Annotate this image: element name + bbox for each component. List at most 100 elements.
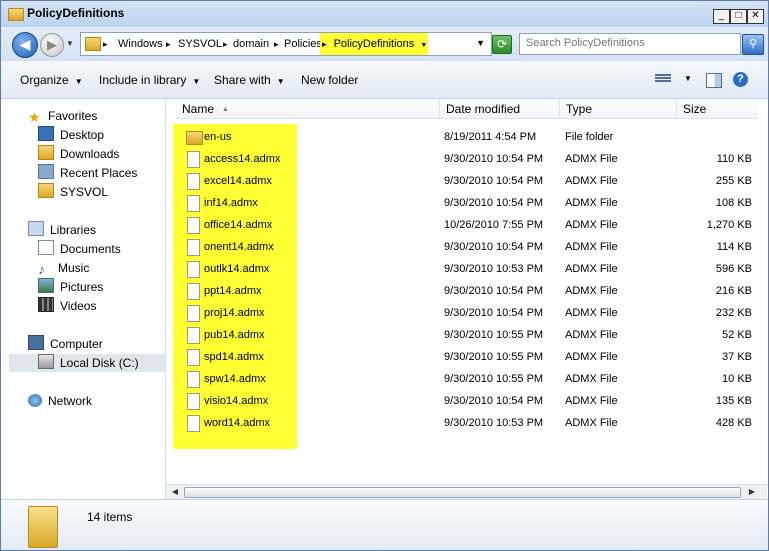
share-with-button[interactable]: Share with ▼ <box>214 73 285 87</box>
file-list: Name ▲ Date modified Type Size en-us 8/19/… <box>166 99 767 484</box>
file-date: 10/26/2010 7:55 PM <box>444 219 544 231</box>
file-type: ADMX File <box>565 351 618 363</box>
file-row[interactable]: pub14.admx 9/30/2010 10:55 PM ADMX File 52 … <box>166 324 767 346</box>
desktop-icon <box>38 126 54 141</box>
crumb-domain[interactable]: domain <box>233 33 269 55</box>
file-row[interactable]: spw14.admx 9/30/2010 10:55 PM ADMX File 10 … <box>166 368 767 390</box>
help-icon[interactable]: ? <box>733 72 748 87</box>
file-date: 8/19/2011 4:54 PM <box>444 131 537 143</box>
file-name: onent14.admx <box>204 241 274 253</box>
nav-videos[interactable]: Videos <box>38 297 96 315</box>
refresh-button[interactable]: ⟳ <box>492 35 512 54</box>
forward-button[interactable]: ▶ <box>40 33 64 57</box>
crumb-policydefinitions[interactable]: ▸ PolicyDefinitions ▼ <box>320 33 428 55</box>
nav-recent-places[interactable]: Recent Places <box>38 164 137 182</box>
nav-desktop[interactable]: Desktop <box>38 126 104 144</box>
file-size: 10 KB <box>722 373 752 385</box>
file-size: 110 KB <box>716 153 752 165</box>
column-header-name[interactable]: Name ▲ <box>176 99 440 119</box>
file-row[interactable]: office14.admx 10/26/2010 7:55 PM ADMX File… <box>166 214 767 236</box>
file-type: ADMX File <box>565 153 618 165</box>
include-in-library-button[interactable]: Include in library ▼ <box>99 73 200 87</box>
nav-local-disk[interactable]: Local Disk (C:) <box>9 354 165 372</box>
crumb-windows[interactable]: Windows <box>118 33 163 55</box>
scroll-left-button[interactable]: ◀ <box>169 486 181 497</box>
file-row[interactable]: ppt14.admx 9/30/2010 10:54 PM ADMX File 216… <box>166 280 767 302</box>
nav-pictures[interactable]: Pictures <box>38 278 103 296</box>
crumb-separator: ▸ <box>322 39 327 49</box>
search-box[interactable] <box>519 33 741 55</box>
crumb-policies[interactable]: Policies <box>284 33 322 55</box>
file-row[interactable]: onent14.admx 9/30/2010 10:54 PM ADMX File 1… <box>166 236 767 258</box>
recent-pages-dropdown[interactable]: ▼ <box>66 39 74 48</box>
file-row[interactable]: visio14.admx 9/30/2010 10:54 PM ADMX File 1… <box>166 390 767 412</box>
window-title: PolicyDefinitions <box>27 6 125 20</box>
file-name: en-us <box>204 131 232 143</box>
scrollbar-thumb[interactable] <box>184 487 741 498</box>
file-row[interactable]: excel14.admx 9/30/2010 10:54 PM ADMX File 2… <box>166 170 767 192</box>
file-date: 9/30/2010 10:54 PM <box>444 395 544 407</box>
file-date: 9/30/2010 10:55 PM <box>444 329 544 341</box>
column-header-size[interactable]: Size <box>677 99 759 119</box>
file-type: ADMX File <box>565 329 618 341</box>
crumb-separator[interactable]: ▸ <box>274 33 279 55</box>
file-name: ppt14.admx <box>204 285 262 297</box>
view-options-dropdown[interactable]: ▼ <box>684 74 692 83</box>
crumb-separator[interactable]: ▸ <box>166 33 171 55</box>
nav-documents[interactable]: Documents <box>38 240 121 258</box>
folder-icon <box>85 37 101 51</box>
maximize-button[interactable]: □ <box>730 9 747 24</box>
file-size: 216 KB <box>715 285 752 297</box>
file-date: 9/30/2010 10:55 PM <box>444 373 544 385</box>
nav-computer[interactable]: Computer <box>28 335 103 353</box>
change-view-icon[interactable] <box>655 73 671 85</box>
crumb-sysvol[interactable]: SYSVOL <box>178 33 222 55</box>
crumb-separator[interactable]: ▸ <box>223 33 228 55</box>
file-row[interactable]: proj14.admx 9/30/2010 10:54 PM ADMX File 23… <box>166 302 767 324</box>
nav-network[interactable]: Network <box>28 392 92 410</box>
folder-icon <box>8 8 24 21</box>
file-icon <box>187 349 200 366</box>
file-icon <box>187 283 200 300</box>
address-bar[interactable]: ▸ Windows ▸ SYSVOL ▸ domain ▸ Policies ▸… <box>80 32 492 56</box>
file-row[interactable]: outlk14.admx 9/30/2010 10:53 PM ADMX File 5… <box>166 258 767 280</box>
back-button[interactable]: ◀ <box>12 32 38 58</box>
file-row[interactable]: spd14.admx 9/30/2010 10:55 PM ADMX File 37 … <box>166 346 767 368</box>
search-input[interactable] <box>524 36 738 50</box>
title-bar: PolicyDefinitions _ □ ✕ <box>1 1 768 27</box>
nav-libraries[interactable]: Libraries <box>28 221 96 239</box>
nav-music[interactable]: ♪ Music <box>38 259 89 277</box>
file-date: 9/30/2010 10:53 PM <box>444 417 544 429</box>
file-row[interactable]: access14.admx 9/30/2010 10:54 PM ADMX File… <box>166 148 767 170</box>
file-date: 9/30/2010 10:54 PM <box>444 307 544 319</box>
downloads-icon <box>38 145 54 160</box>
search-icon[interactable]: ⚲ <box>742 34 764 55</box>
column-header-type[interactable]: Type <box>560 99 677 119</box>
file-row[interactable]: word14.admx 9/30/2010 10:53 PM ADMX File 42… <box>166 412 767 434</box>
file-date: 9/30/2010 10:54 PM <box>444 197 544 209</box>
file-icon <box>187 305 200 322</box>
address-history-dropdown[interactable]: ▼ <box>476 38 485 48</box>
file-name: proj14.admx <box>204 307 265 319</box>
chevron-down-icon: ▼ <box>276 77 285 86</box>
nav-favorites[interactable]: ★ Favorites <box>28 107 97 125</box>
file-row[interactable]: en-us 8/19/2011 4:54 PM File folder <box>166 126 767 148</box>
preview-pane-icon[interactable] <box>706 73 722 88</box>
column-header-date[interactable]: Date modified <box>440 99 560 119</box>
file-icon <box>187 415 200 432</box>
organize-button[interactable]: Organize ▼ <box>20 73 83 87</box>
close-button[interactable]: ✕ <box>747 9 764 24</box>
nav-downloads[interactable]: Downloads <box>38 145 119 163</box>
file-icon <box>187 393 200 410</box>
nav-sysvol[interactable]: SYSVOL <box>38 183 108 201</box>
crumb-separator[interactable]: ▸ <box>103 33 108 55</box>
new-folder-button[interactable]: New folder <box>301 73 358 87</box>
scroll-right-button[interactable]: ▶ <box>746 486 758 497</box>
horizontal-scrollbar[interactable]: ◀ ▶ <box>166 484 767 499</box>
file-name: excel14.admx <box>204 175 272 187</box>
minimize-button[interactable]: _ <box>713 9 730 24</box>
file-size: 114 KB <box>716 241 752 253</box>
file-row[interactable]: inf14.admx 9/30/2010 10:54 PM ADMX File 108… <box>166 192 767 214</box>
file-date: 9/30/2010 10:54 PM <box>444 153 544 165</box>
file-icon <box>187 261 200 278</box>
